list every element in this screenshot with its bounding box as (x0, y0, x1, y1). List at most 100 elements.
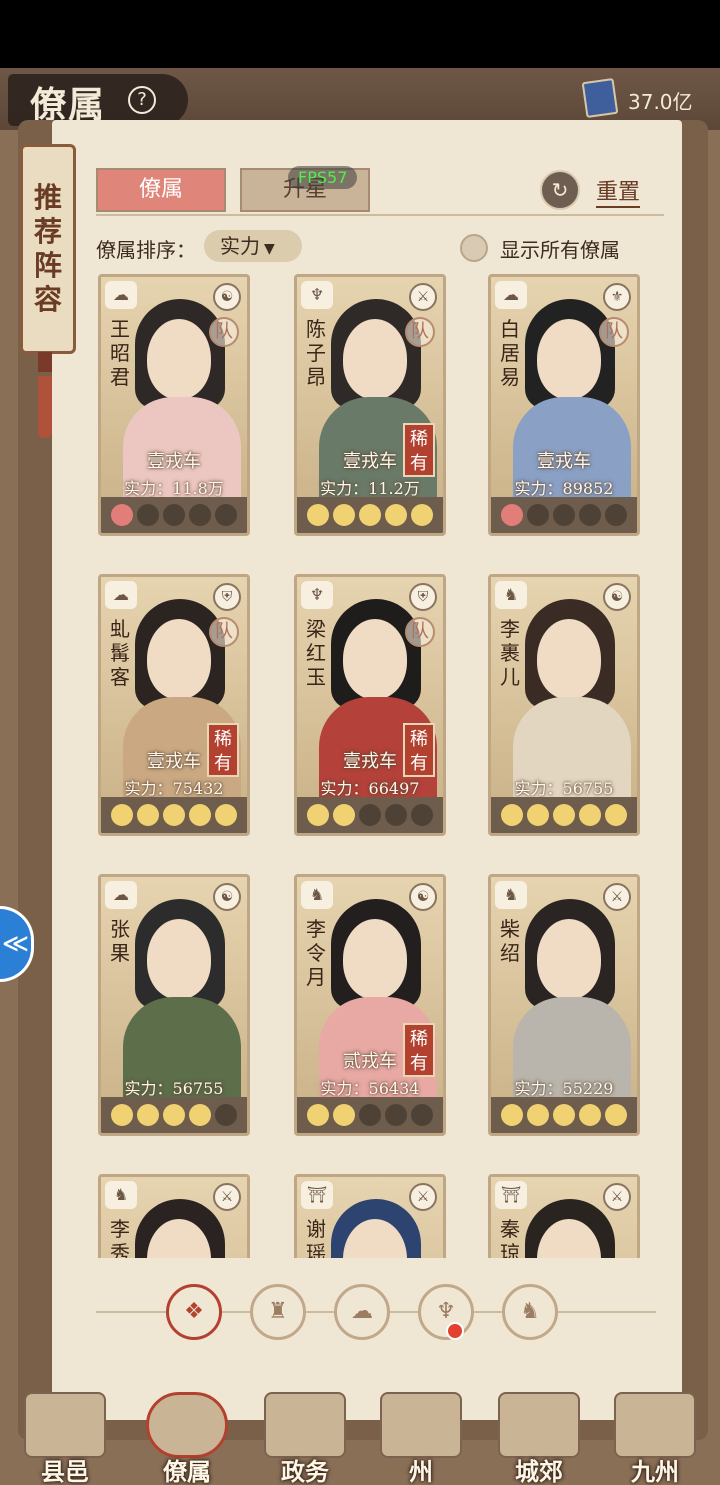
recommend-char: 阵 (33, 249, 62, 282)
class-icon: ☯ (213, 883, 241, 911)
card-name: 柴绍 (500, 917, 520, 965)
show-all-label: 显示所有僚属 (500, 238, 620, 262)
portrait-face (537, 319, 601, 399)
card-rank: 壹戎车 (343, 451, 397, 472)
portrait-face (343, 319, 407, 399)
card-power: 实力：56755 (514, 779, 614, 798)
moon-star-icon (189, 1104, 211, 1126)
card-name: 李令月 (306, 917, 326, 989)
class-icon: ⚔ (603, 1183, 631, 1211)
class-icon: ⛨ (213, 583, 241, 611)
moon-star-icon (215, 1104, 237, 1126)
subordinate-card[interactable]: ♞ ☯ 李令月 稀有 贰戎车 实力：56434 (294, 874, 446, 1136)
recommend-lineup-button[interactable]: 推 荐 阵 容 (20, 144, 76, 354)
moon-star-icon (137, 804, 159, 826)
card-grid: ☁ ☯ 王昭君队壹戎车 实力：11.8万 ♆ ⚔ 陈子昂队稀有 壹戎车 实力：11.2万 ☁ ⚜ 白居… (90, 268, 650, 1258)
class-icon: ⚔ (603, 883, 631, 911)
nav-affairs[interactable]: 政务 (250, 1390, 360, 1485)
class-icon: ☯ (409, 883, 437, 911)
faction-icon: ☁ (495, 281, 527, 309)
moon-star-icon (189, 504, 211, 526)
reset-icon: ↻ (540, 170, 580, 210)
subordinate-card[interactable]: ☁ ☯ 张果 实力：56755 (98, 874, 250, 1136)
star-row (491, 497, 637, 533)
bottom-nav: 县邑 僚属 政务 州 城郊 九州 (0, 1390, 720, 1485)
moon-star-icon (385, 804, 407, 826)
nav-label: 僚属 (163, 1457, 211, 1485)
nav-county[interactable]: 县邑 (10, 1390, 120, 1485)
faction-icon: ☁ (105, 581, 137, 609)
class-icon: ☯ (213, 283, 241, 311)
moon-star-icon (307, 504, 329, 526)
card-name: 谢瑶 (306, 1217, 326, 1258)
portrait-face (147, 619, 211, 699)
card-power: 实力：89852 (514, 479, 614, 498)
nav-nine-provinces[interactable]: 九州 (600, 1390, 710, 1485)
subordinate-card[interactable]: ♆ ⛨ 梁红玉队稀有 壹戎车 实力：66497 (294, 574, 446, 836)
moon-star-icon (111, 804, 133, 826)
pager-faction-2-icon[interactable]: ☁ (334, 1284, 390, 1340)
game-screen: 僚属 ? 37.0亿 推 荐 阵 容 僚属 升星 FPS57 ↻ 重置 僚属排序… (0, 68, 720, 1485)
card-power: 实力：56755 (124, 1079, 224, 1098)
pager-faction-4-icon[interactable]: ♞ (502, 1284, 558, 1340)
subordinate-card[interactable]: ☁ ⛨ 虬髯客队稀有 壹戎车 实力：75432 (98, 574, 250, 836)
subordinate-card[interactable]: ♆ ⚔ 陈子昂队稀有 壹戎车 实力：11.2万 (294, 274, 446, 536)
suburbs-icon (498, 1392, 580, 1458)
moon-star-icon (527, 504, 549, 526)
recommend-char: 推 (33, 181, 62, 214)
status-bar (0, 0, 720, 68)
subordinate-card[interactable]: ♞ ⚔ 柴绍 实力：55229 (488, 874, 640, 1136)
card-rank: 壹戎车 (537, 451, 591, 472)
moon-star-icon (333, 504, 355, 526)
help-icon[interactable]: ? (128, 86, 156, 114)
subordinate-card[interactable]: ⛩ ⚔ 秦琼 (488, 1174, 640, 1258)
subordinate-card[interactable]: ♞ ☯ 李裹儿 实力：56755 (488, 574, 640, 836)
faction-icon: ♞ (495, 881, 527, 909)
star-row (101, 497, 247, 533)
team-badge: 队 (405, 317, 435, 347)
sort-value: 实力 (220, 234, 260, 258)
nav-label: 政务 (281, 1457, 329, 1485)
pager-faction-1-icon[interactable]: ♜ (250, 1284, 306, 1340)
subordinate-card[interactable]: ☁ ☯ 王昭君 队壹戎车 实力：11.8万 (98, 274, 250, 536)
nav-label: 城郊 (515, 1457, 563, 1485)
subordinate-card[interactable]: ♞ ⚔ 李秀 (98, 1174, 250, 1258)
currency-value: 37.0亿 (628, 90, 693, 114)
book-icon (581, 77, 619, 119)
card-power: 实力：66497 (320, 779, 420, 798)
faction-icon: ⛩ (301, 1181, 333, 1209)
sort-dropdown[interactable]: 实力 ▼ (204, 230, 302, 262)
card-name: 秦琼 (500, 1217, 520, 1258)
card-rank: 壹戎车 (147, 751, 201, 772)
moon-star-icon (385, 1104, 407, 1126)
tab-subordinates[interactable]: 僚属 (96, 168, 226, 212)
subordinate-card[interactable]: ⛩ ⚔ 谢瑶 (294, 1174, 446, 1258)
moon-star-icon (605, 804, 627, 826)
moon-star-icon (137, 1104, 159, 1126)
nav-prefecture[interactable]: 州 (366, 1390, 476, 1485)
star-row (101, 1097, 247, 1133)
card-name: 李裹儿 (500, 617, 520, 689)
class-icon: ⛨ (409, 583, 437, 611)
nav-label: 州 (409, 1457, 433, 1485)
moon-star-icon (359, 504, 381, 526)
moon-star-icon (605, 1104, 627, 1126)
nav-subordinates[interactable]: 僚属 (132, 1390, 242, 1485)
moon-star-icon (189, 804, 211, 826)
tab-divider (96, 214, 664, 216)
moon-star-icon (411, 1104, 433, 1126)
tassel-decoration (38, 352, 52, 438)
faction-icon: ♞ (301, 881, 333, 909)
subordinate-card[interactable]: ☁ ⚜ 白居易 队壹戎车 实力：89852 (488, 274, 640, 536)
faction-icon: ☁ (105, 281, 137, 309)
moon-star-icon (215, 504, 237, 526)
moon-star-icon (111, 1104, 133, 1126)
portrait-face (537, 619, 601, 699)
pager-all-icon[interactable]: ❖ (166, 1284, 222, 1340)
reset-button[interactable]: ↻ 重置 (540, 168, 664, 212)
currency-display: 37.0亿 (581, 77, 704, 119)
moon-star-icon (163, 1104, 185, 1126)
faction-icon: ♞ (495, 581, 527, 609)
nav-suburbs[interactable]: 城郊 (484, 1390, 594, 1485)
moon-star-icon (215, 804, 237, 826)
